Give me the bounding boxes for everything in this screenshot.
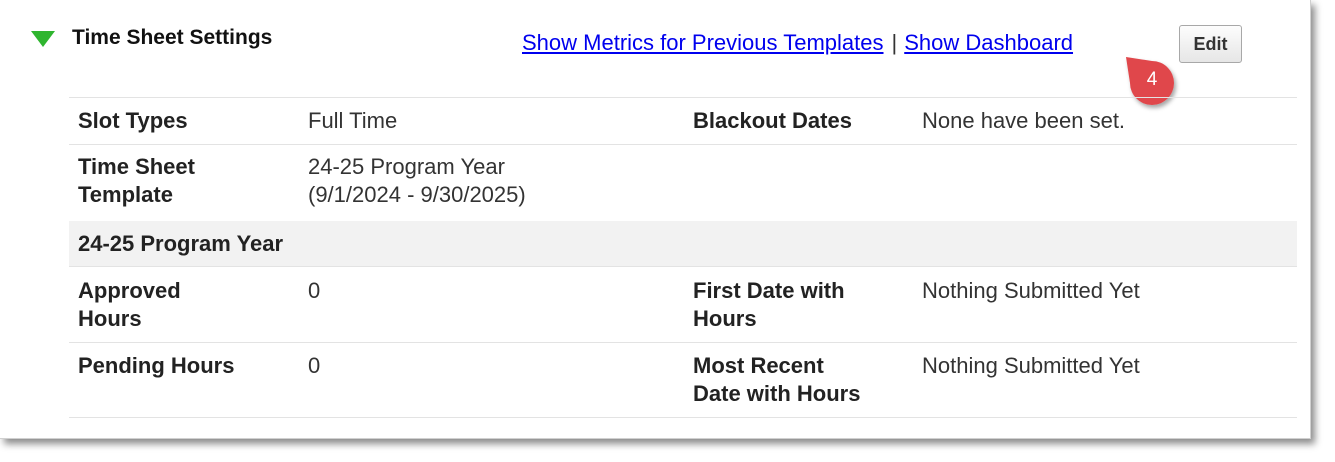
- table-row: Time Sheet Template 24-25 Program Year (…: [69, 145, 1297, 221]
- first-date-value: Nothing Submitted Yet: [922, 278, 1140, 303]
- triangle-down-icon[interactable]: [31, 31, 55, 47]
- approved-hours-label: Approved Hours: [78, 277, 288, 333]
- recent-date-value: Nothing Submitted Yet: [922, 353, 1140, 378]
- approved-hours-value: 0: [308, 278, 321, 303]
- first-date-label-line: First Date with: [693, 278, 845, 303]
- program-year-heading: 24-25 Program Year: [78, 231, 284, 256]
- template-label: Time Sheet Template: [78, 153, 288, 209]
- pending-hours-value: 0: [308, 353, 321, 378]
- slot-types-label: Slot Types: [78, 108, 188, 133]
- slot-types-value: Full Time: [308, 108, 398, 133]
- table-row: Pending Hours 0 Most Recent Date with Ho…: [69, 343, 1297, 418]
- template-label-line: Time Sheet: [78, 154, 195, 179]
- approved-hours-label-line: Approved: [78, 278, 181, 303]
- first-date-label-line: Hours: [693, 306, 757, 331]
- blackout-dates-label: Blackout Dates: [693, 108, 852, 133]
- show-dashboard-link[interactable]: Show Dashboard: [904, 30, 1073, 55]
- settings-table: Slot Types Full Time Blackout Dates None…: [69, 97, 1297, 418]
- link-separator: |: [891, 30, 898, 55]
- template-value: 24-25 Program Year (9/1/2024 - 9/30/2025…: [308, 153, 668, 209]
- recent-date-label-line: Date with Hours: [693, 381, 861, 406]
- table-row: Approved Hours 0 First Date with Hours N…: [69, 267, 1297, 343]
- template-date-range: (9/1/2024 - 9/30/2025): [308, 182, 526, 207]
- pending-hours-label: Pending Hours: [78, 353, 235, 378]
- callout-number: 4: [1146, 69, 1158, 90]
- template-name: 24-25 Program Year: [308, 154, 505, 179]
- approved-hours-label-line: Hours: [78, 306, 142, 331]
- recent-date-label-line: Most Recent: [693, 353, 824, 378]
- section-title: Time Sheet Settings: [72, 26, 273, 49]
- recent-date-label: Most Recent Date with Hours: [693, 352, 893, 408]
- table-row: Slot Types Full Time Blackout Dates None…: [69, 98, 1297, 145]
- header-links: Show Metrics for Previous Templates | Show…: [522, 30, 1073, 56]
- show-metrics-link[interactable]: Show Metrics for Previous Templates: [522, 30, 884, 55]
- first-date-label: First Date with Hours: [693, 277, 893, 333]
- time-sheet-settings-panel: Time Sheet Settings Show Metrics for Pre…: [0, 0, 1311, 439]
- blackout-dates-value: None have been set.: [922, 108, 1126, 133]
- edit-button[interactable]: Edit: [1179, 25, 1242, 63]
- template-label-line: Template: [78, 182, 173, 207]
- program-year-heading-row: 24-25 Program Year: [69, 221, 1297, 267]
